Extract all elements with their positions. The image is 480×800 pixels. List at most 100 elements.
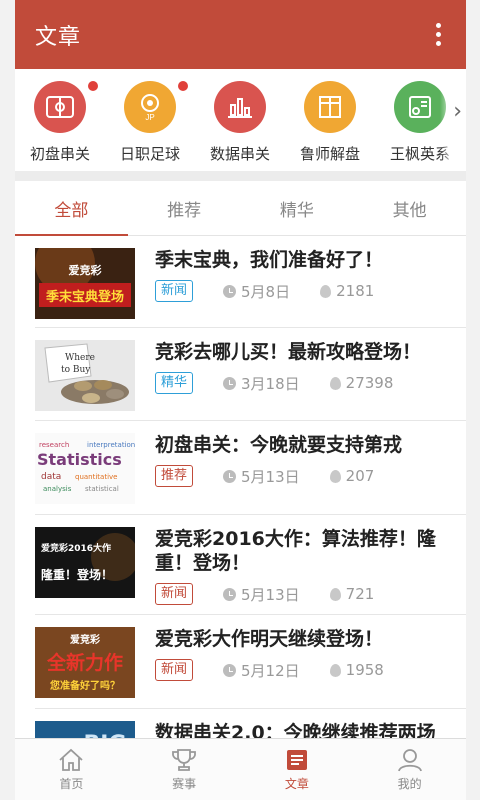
svg-text:analysis: analysis [43,485,72,493]
flame-icon [329,469,341,483]
category-tag: 新闻 [155,280,194,302]
category-tag: 新闻 [155,583,194,605]
pitch-icon [34,81,86,133]
clock-icon [223,587,237,601]
tab-featured[interactable]: 精华 [241,181,354,235]
article-title: 爱竞彩大作明天继续登场！ [155,628,384,650]
article-title: 爱竞彩2016大作：算法推荐！隆重！登场！ [155,528,436,574]
article-info: 爱竞彩大作明天继续登场！ 新闻 5月12日 1958 [155,627,466,709]
article-meta: 新闻 5月8日 2181 [155,280,446,302]
book-icon [304,81,356,133]
photo-card-icon [394,81,446,133]
nav-label: 赛事 [172,777,197,791]
category-label: 初盘串关 [29,145,90,163]
thumb-text-line1: Where [65,353,95,363]
article-info: 爱竞彩2016大作：算法推荐！隆重！登场！ 新闻 5月13日 721 [155,527,466,615]
article-date: 5月8日 [241,282,291,301]
flame-icon [320,284,332,298]
svg-text:research: research [39,441,69,449]
view-count: 2181 [336,282,375,300]
nav-label: 文章 [284,777,309,791]
thumb-text-line2: 季末宝典登场 [45,289,124,305]
section-gap [15,171,466,181]
category-tag: 精华 [155,372,194,394]
category-tag: 推荐 [155,465,194,487]
article-date: 5月13日 [241,467,300,486]
thumb-text-line1: 爱竞彩2016大作 [41,542,111,554]
article-thumbnail: Where to Buy [35,340,135,411]
new-badge [178,81,188,91]
category-item-data[interactable]: 数据串关 [195,81,285,171]
article-meta: 精华 3月18日 27398 [155,372,446,394]
nav-articles[interactable]: 文章 [241,739,354,800]
article-info: 竞彩去哪儿买！最新攻略登场！ 精华 3月18日 27398 [155,340,466,421]
thumb-text-line2: data [41,472,61,482]
thumb-text-line1: 爱竞彩 [70,633,100,646]
app-header: 文章 [15,0,466,69]
nav-label: 我的 [397,777,422,791]
article-icon [286,750,307,770]
clock-icon [223,376,237,390]
thumb-text-line1: 爱竞彩 [69,263,102,277]
article-meta: 新闻 5月12日 1958 [155,659,446,681]
new-badge [88,81,98,91]
profile-icon [397,749,422,772]
nav-matches[interactable]: 赛事 [128,739,241,800]
article-thumbnail: 爱竞彩 全新力作 您准备好了吗？ [35,627,135,698]
page-title: 文章 [35,24,82,50]
nav-home[interactable]: 首页 [15,739,128,800]
flame-icon [329,376,341,390]
thumb-text-line2: 隆重！登场！ [41,567,113,582]
home-icon [59,748,83,771]
article-meta: 新闻 5月13日 721 [155,583,446,605]
category-item-jleague[interactable]: JP 日职足球 [105,81,195,171]
view-count: 27398 [345,374,394,392]
list-item[interactable]: research interpretation Statistics data … [15,421,466,515]
view-count: 1958 [345,661,384,679]
category-tag: 新闻 [155,659,194,681]
thumb-text-line2: to Buy [61,365,91,375]
thumb-text-line3: 您准备好了吗？ [50,679,120,692]
view-count: 721 [345,585,375,603]
tab-recommended[interactable]: 推荐 [128,181,241,235]
flame-icon [329,587,341,601]
list-item[interactable]: 爱竞彩 全新力作 您准备好了吗？ 爱竞彩大作明天继续登场！ 新闻 5月12日 1… [15,615,466,709]
svg-text:statistical: statistical [85,485,119,493]
flame-icon [329,663,341,677]
clock-icon [223,663,237,677]
article-date: 5月12日 [241,661,300,680]
article-thumbnail: 爱竞彩 季末宝典登场 [35,248,135,319]
trophy-icon [172,749,197,771]
category-item-chupan[interactable]: 初盘串关 [15,81,105,171]
article-thumbnail: 爱竞彩2016大作 隆重！登场！ [35,527,135,598]
nav-label: 首页 [59,777,84,791]
clock-icon [223,284,237,298]
list-item[interactable]: 爱竞彩 季末宝典登场 季末宝典，我们准备好了！ 新闻 5月8日 2181 [15,236,466,328]
view-count: 207 [345,467,375,485]
more-menu-icon[interactable] [426,21,450,49]
article-date: 5月13日 [241,585,300,604]
category-label: 数据串关 [209,145,270,163]
article-title: 竞彩去哪儿买！最新攻略登场！ [155,341,422,363]
article-title: 季末宝典，我们准备好了！ [155,249,384,271]
nav-profile[interactable]: 我的 [353,739,466,800]
article-info: 初盘串关：今晚就要支持第戎 推荐 5月13日 207 [155,433,466,515]
article-list: 爱竞彩 季末宝典登场 季末宝典，我们准备好了！ 新闻 5月8日 2181 Whe… [15,236,466,799]
article-tabs: 全部 推荐 精华 其他 [15,181,466,236]
list-item[interactable]: 爱竞彩2016大作 隆重！登场！ 爱竞彩2016大作：算法推荐！隆重！登场！ 新… [15,515,466,615]
article-date: 3月18日 [241,374,300,393]
svg-text:interpretation: interpretation [87,441,135,449]
thumb-text-line1: Statistics [37,450,122,469]
article-title: 初盘串关：今晚就要支持第戎 [155,434,403,456]
article-thumbnail: research interpretation Statistics data … [35,433,135,504]
article-meta: 推荐 5月13日 207 [155,465,446,487]
clock-icon [223,469,237,483]
list-item[interactable]: Where to Buy 竞彩去哪儿买！最新攻略登场！ 精华 3月18日 273… [15,328,466,421]
chevron-right-icon[interactable]: › [453,99,462,124]
jp-football-icon: JP [124,81,176,133]
tab-other[interactable]: 其他 [353,181,466,235]
category-strip: 初盘串关 JP 日职足球 数据串关 鲁师解盘 王枫英系 › [15,69,466,171]
svg-text:quantitative: quantitative [75,473,117,481]
tab-all[interactable]: 全部 [15,181,128,236]
category-item-lushi[interactable]: 鲁师解盘 [285,81,375,171]
